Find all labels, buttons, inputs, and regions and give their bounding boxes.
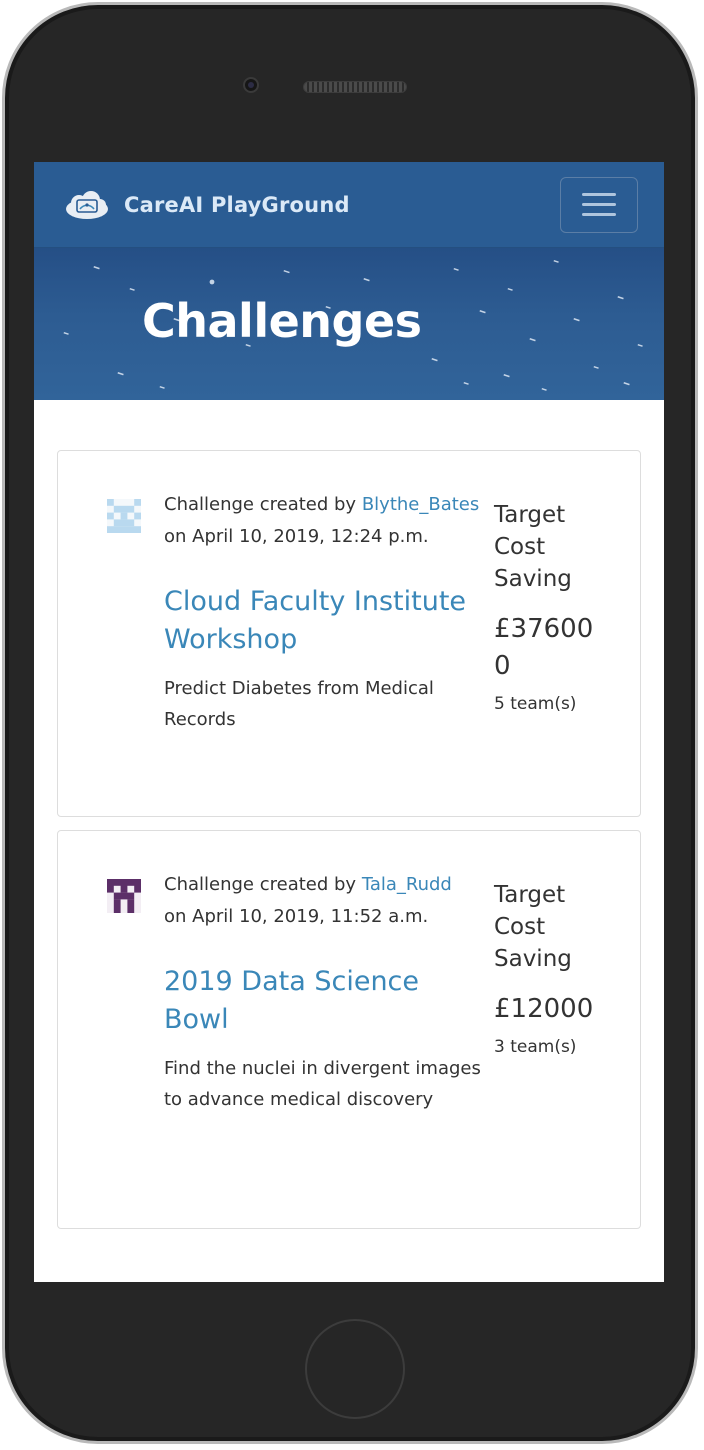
navbar: CareAI PlayGround — [34, 162, 664, 248]
created-date: on April 10, 2019, 12:24 p.m. — [164, 526, 429, 547]
author-avatar-icon — [107, 499, 141, 533]
challenge-title-link[interactable]: Cloud Faculty Institute Workshop — [164, 583, 484, 659]
earpiece-speaker — [303, 81, 407, 93]
challenge-meta: Challenge created by Blythe_Bates on Apr… — [164, 489, 484, 553]
hamburger-menu-icon-bar — [582, 213, 616, 216]
team-count: 5 team(s) — [494, 694, 577, 714]
app-screen: CareAI PlayGround Challenges Challenge c… — [34, 162, 664, 1282]
hamburger-menu-icon — [582, 193, 616, 196]
menu-toggle-button[interactable] — [560, 176, 638, 233]
brand-link[interactable]: CareAI PlayGround — [64, 189, 350, 221]
challenge-card: Challenge created by Tala_Rudd on April … — [57, 830, 641, 1229]
challenge-description: Find the nuclei in divergent images to a… — [164, 1058, 481, 1110]
challenge-body: Challenge created by Tala_Rudd on April … — [164, 869, 484, 1115]
hamburger-menu-icon-bar — [582, 203, 616, 206]
created-date: on April 10, 2019, 11:52 a.m. — [164, 906, 429, 927]
target-amount: £376000 — [494, 614, 594, 681]
author-link[interactable]: Blythe_Bates — [362, 494, 479, 515]
challenge-title-link[interactable]: 2019 Data Science Bowl — [164, 963, 484, 1039]
author-avatar-icon — [107, 879, 141, 913]
page-title: Challenges — [142, 294, 422, 348]
challenge-meta: Challenge created by Tala_Rudd on April … — [164, 869, 484, 933]
team-count: 3 team(s) — [494, 1037, 577, 1057]
target-cost-saving-label: Target Cost Saving — [494, 502, 572, 592]
challenge-stats: Target Cost Saving £376000 5 team(s) — [494, 499, 604, 717]
challenge-stats: Target Cost Saving £12000 3 team(s) — [494, 879, 604, 1060]
author-link[interactable]: Tala_Rudd — [362, 874, 452, 895]
target-cost-saving-label: Target Cost Saving — [494, 882, 572, 972]
cloud-logo-icon — [66, 190, 108, 219]
front-camera — [243, 77, 259, 93]
challenge-description: Predict Diabetes from Medical Records — [164, 678, 434, 730]
created-by-label: Challenge created by — [164, 494, 357, 515]
created-by-label: Challenge created by — [164, 874, 357, 895]
target-amount: £12000 — [494, 994, 594, 1024]
challenge-body: Challenge created by Blythe_Bates on Apr… — [164, 489, 484, 735]
hero-banner: Challenges — [34, 248, 664, 400]
home-button[interactable] — [305, 1319, 405, 1419]
challenge-card: Challenge created by Blythe_Bates on Apr… — [57, 450, 641, 817]
brand-name: CareAI PlayGround — [124, 192, 350, 217]
